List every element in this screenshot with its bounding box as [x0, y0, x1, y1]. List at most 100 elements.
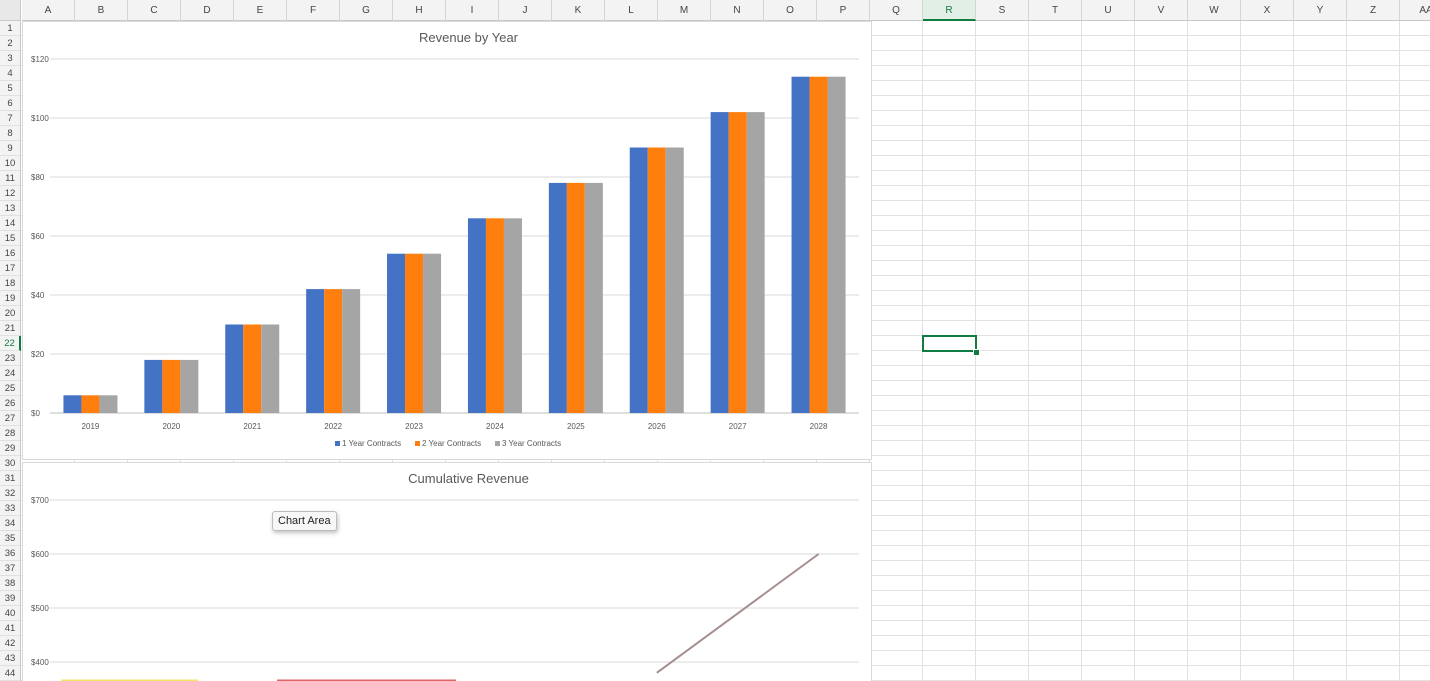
bar-2028-series-2: [809, 76, 828, 413]
row-header-29[interactable]: 29: [0, 441, 21, 456]
column-header-Z[interactable]: Z: [1347, 0, 1400, 21]
row-header-31[interactable]: 31: [0, 471, 21, 486]
row-header-15[interactable]: 15: [0, 231, 21, 246]
row-header-38[interactable]: 38: [0, 576, 21, 591]
row-header-18[interactable]: 18: [0, 276, 21, 291]
column-gridline: [1028, 21, 1029, 681]
row-header-22[interactable]: 22: [0, 336, 21, 351]
row-header-14[interactable]: 14: [0, 216, 21, 231]
column-header-Q[interactable]: Q: [870, 0, 923, 21]
x-tick-label: 2023: [405, 422, 423, 431]
y-tick-label: $400: [31, 658, 49, 667]
row-header-37[interactable]: 37: [0, 561, 21, 576]
fill-handle[interactable]: [973, 349, 980, 356]
selected-cell-R22[interactable]: [922, 335, 977, 352]
column-gridline: [1240, 21, 1241, 681]
column-header-H[interactable]: H: [393, 0, 446, 21]
chart-title: Revenue by Year: [419, 30, 519, 45]
bar-2028-series-3: [827, 76, 846, 413]
cumulative-revenue-chart[interactable]: Cumulative Revenue $400 $500 $600 $700: [22, 462, 872, 681]
row-header-43[interactable]: 43: [0, 651, 21, 666]
column-header-N[interactable]: N: [711, 0, 764, 21]
row-header-27[interactable]: 27: [0, 411, 21, 426]
row-header-34[interactable]: 34: [0, 516, 21, 531]
row-header-21[interactable]: 21: [0, 321, 21, 336]
column-header-X[interactable]: X: [1241, 0, 1294, 21]
legend-swatch-1: [335, 441, 340, 446]
row-header-24[interactable]: 24: [0, 366, 21, 381]
row-header-35[interactable]: 35: [0, 531, 21, 546]
row-header-3[interactable]: 3: [0, 51, 21, 66]
row-header-36[interactable]: 36: [0, 546, 21, 561]
column-header-E[interactable]: E: [234, 0, 287, 21]
cumulative-revenue-plot: Cumulative Revenue $400 $500 $600 $700: [31, 471, 859, 681]
row-header-41[interactable]: 41: [0, 621, 21, 636]
row-header-26[interactable]: 26: [0, 396, 21, 411]
x-tick-label: 2021: [243, 422, 261, 431]
row-header-44[interactable]: 44: [0, 666, 21, 681]
row-header-40[interactable]: 40: [0, 606, 21, 621]
bar-2020-series-3: [180, 359, 199, 413]
column-header-K[interactable]: K: [552, 0, 605, 21]
row-header-5[interactable]: 5: [0, 81, 21, 96]
y-tick-label: $80: [31, 173, 45, 182]
column-header-I[interactable]: I: [446, 0, 499, 21]
column-header-U[interactable]: U: [1082, 0, 1135, 21]
column-header-R[interactable]: R: [923, 0, 976, 21]
bar-2026-series-2: [647, 147, 666, 413]
row-header-11[interactable]: 11: [0, 171, 21, 186]
column-header-S[interactable]: S: [976, 0, 1029, 21]
column-header-J[interactable]: J: [499, 0, 552, 21]
revenue-by-year-chart[interactable]: Revenue by Year $0 $20 $40 $60 $80 $100 $120 201…: [22, 21, 872, 460]
row-header-13[interactable]: 13: [0, 201, 21, 216]
row-header-33[interactable]: 33: [0, 501, 21, 516]
row-header-8[interactable]: 8: [0, 126, 21, 141]
row-header-12[interactable]: 12: [0, 186, 21, 201]
row-header-39[interactable]: 39: [0, 591, 21, 606]
row-header-25[interactable]: 25: [0, 381, 21, 396]
column-header-AA[interactable]: AA: [1400, 0, 1430, 21]
row-header-9[interactable]: 9: [0, 141, 21, 156]
column-header-Y[interactable]: Y: [1294, 0, 1347, 21]
row-header-1[interactable]: 1: [0, 21, 21, 36]
column-header-V[interactable]: V: [1135, 0, 1188, 21]
row-header-17[interactable]: 17: [0, 261, 21, 276]
row-header-32[interactable]: 32: [0, 486, 21, 501]
row-header-20[interactable]: 20: [0, 306, 21, 321]
x-tick-label: 2022: [324, 422, 342, 431]
bar-2023-series-3: [423, 253, 442, 413]
column-header-D[interactable]: D: [181, 0, 234, 21]
column-header-C[interactable]: C: [128, 0, 181, 21]
row-header-6[interactable]: 6: [0, 96, 21, 111]
column-header-A[interactable]: A: [22, 0, 75, 21]
row-header-19[interactable]: 19: [0, 291, 21, 306]
legend-swatch-3: [495, 441, 500, 446]
row-header-28[interactable]: 28: [0, 426, 21, 441]
row-header-2[interactable]: 2: [0, 36, 21, 51]
bar-2023-series-1: [387, 253, 406, 413]
x-tick-label: 2024: [486, 422, 504, 431]
column-gridline: [1081, 21, 1082, 681]
column-header-O[interactable]: O: [764, 0, 817, 21]
column-header-T[interactable]: T: [1029, 0, 1082, 21]
x-tick-label: 2028: [810, 422, 828, 431]
column-header-F[interactable]: F: [287, 0, 340, 21]
spreadsheet-grid[interactable]: A B C D E F G H I J K L M N O P Q R S T U V W X Y Z AA 1 2 3 4 5 6 7 8 9 10…: [0, 0, 1430, 681]
row-header-10[interactable]: 10: [0, 156, 21, 171]
revenue-by-year-plot: Revenue by Year $0 $20 $40 $60 $80 $100 $120 201…: [31, 30, 859, 448]
column-header-W[interactable]: W: [1188, 0, 1241, 21]
select-all-corner[interactable]: [0, 0, 21, 21]
y-tick-label: $120: [31, 55, 49, 64]
row-header-7[interactable]: 7: [0, 111, 21, 126]
row-header-30[interactable]: 30: [0, 456, 21, 471]
column-header-M[interactable]: M: [658, 0, 711, 21]
bar-2027-series-2: [728, 112, 747, 413]
row-header-4[interactable]: 4: [0, 66, 21, 81]
column-header-L[interactable]: L: [605, 0, 658, 21]
column-header-G[interactable]: G: [340, 0, 393, 21]
row-header-16[interactable]: 16: [0, 246, 21, 261]
column-header-P[interactable]: P: [817, 0, 870, 21]
row-header-23[interactable]: 23: [0, 351, 21, 366]
row-header-42[interactable]: 42: [0, 636, 21, 651]
column-header-B[interactable]: B: [75, 0, 128, 21]
